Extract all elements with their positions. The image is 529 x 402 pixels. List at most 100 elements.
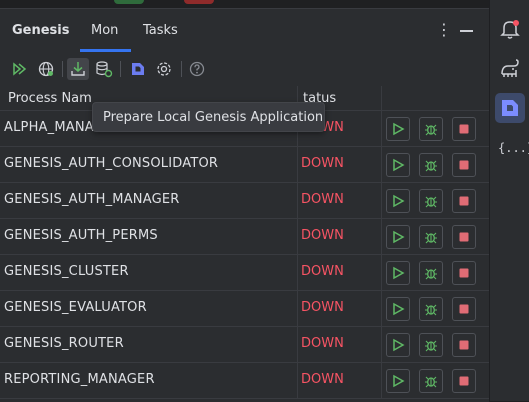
- debug-button[interactable]: [419, 117, 443, 141]
- start-button[interactable]: [386, 297, 410, 321]
- debug-button[interactable]: [419, 297, 443, 321]
- bug-icon: [425, 340, 437, 352]
- bug-icon: [425, 232, 437, 244]
- column-divider: [297, 327, 298, 363]
- help-icon[interactable]: [188, 60, 206, 78]
- start-button[interactable]: [386, 369, 410, 393]
- status-badge: DOWN: [301, 228, 344, 243]
- process-name: GENESIS_AUTH_MANAGER: [4, 192, 180, 207]
- process-name: GENESIS_AUTH_CONSOLIDATOR: [4, 156, 219, 171]
- right-tool-sidebar: {...}: [489, 0, 529, 401]
- stop-icon: [459, 340, 469, 350]
- stop-icon: [459, 268, 469, 278]
- status-badge: DOWN: [301, 264, 344, 279]
- vertical-ellipsis-icon[interactable]: ⋮: [436, 21, 452, 39]
- debug-button[interactable]: [419, 369, 443, 393]
- start-button[interactable]: [386, 225, 410, 249]
- start-button[interactable]: [386, 117, 410, 141]
- notifications-icon[interactable]: [498, 17, 522, 41]
- bug-icon: [425, 268, 437, 280]
- debug-button[interactable]: [419, 189, 443, 213]
- toolbar-separator: [120, 61, 121, 77]
- column-divider: [297, 291, 298, 327]
- minimize-icon[interactable]: [460, 30, 473, 32]
- stop-icon: [459, 232, 469, 242]
- stop-button[interactable]: [452, 225, 476, 249]
- stop-button[interactable]: [452, 333, 476, 357]
- tab-tasks[interactable]: Tasks: [143, 23, 178, 38]
- tab-bar: Genesis Mon Tasks ⋮: [0, 9, 489, 52]
- column-divider: [381, 363, 382, 399]
- column-divider: [381, 291, 382, 327]
- globe-icon[interactable]: [37, 60, 55, 78]
- play-icon: [393, 194, 405, 208]
- process-name: GENESIS_EVALUATOR: [4, 300, 147, 315]
- column-divider: [297, 255, 298, 291]
- table-row[interactable]: GENESIS_AUTH_PERMS DOWN: [0, 219, 489, 255]
- column-divider: [381, 183, 382, 219]
- column-divider: [381, 147, 382, 183]
- stop-icon: [459, 376, 469, 386]
- tooltip: Prepare Local Genesis Application: [92, 102, 325, 132]
- table-row[interactable]: GENESIS_AUTH_CONSOLIDATOR DOWN: [0, 147, 489, 183]
- table-row[interactable]: GENESIS_ROUTER DOWN: [0, 327, 489, 363]
- start-button[interactable]: [386, 333, 410, 357]
- status-badge: DOWN: [301, 336, 344, 351]
- process-name: GENESIS_CLUSTER: [4, 264, 129, 279]
- play-icon: [393, 302, 405, 316]
- genesis-logo-icon[interactable]: [495, 93, 525, 123]
- column-header-process-name[interactable]: Process Nam: [8, 91, 92, 106]
- play-icon: [393, 266, 405, 280]
- bug-icon: [425, 196, 437, 208]
- stop-button[interactable]: [452, 189, 476, 213]
- table-row[interactable]: GENESIS_CLUSTER DOWN: [0, 255, 489, 291]
- top-strip: [0, 0, 490, 8]
- column-divider: [381, 111, 382, 147]
- stop-icon: [459, 124, 469, 134]
- play-icon: [393, 158, 405, 172]
- debug-button[interactable]: [419, 261, 443, 285]
- play-icon: [393, 338, 405, 352]
- bug-icon: [425, 160, 437, 172]
- play-icon: [393, 122, 405, 136]
- column-divider: [381, 86, 382, 110]
- column-divider: [297, 219, 298, 255]
- run-indicator: [114, 0, 144, 4]
- run-all-icon[interactable]: [11, 60, 29, 78]
- start-button[interactable]: [386, 153, 410, 177]
- column-divider: [297, 147, 298, 183]
- settings-icon[interactable]: [155, 60, 173, 78]
- debug-button[interactable]: [419, 333, 443, 357]
- status-badge: DOWN: [301, 372, 344, 387]
- play-icon: [393, 374, 405, 388]
- tab-mon[interactable]: Mon: [91, 23, 118, 38]
- database-refresh-icon[interactable]: [95, 60, 113, 78]
- table-row[interactable]: GENESIS_AUTH_MANAGER DOWN: [0, 183, 489, 219]
- table-row[interactable]: GENESIS_EVALUATOR DOWN: [0, 291, 489, 327]
- stop-button[interactable]: [452, 297, 476, 321]
- process-name: REPORTING_MANAGER: [4, 372, 155, 387]
- column-divider: [381, 327, 382, 363]
- column-divider: [297, 363, 298, 399]
- stop-button[interactable]: [452, 261, 476, 285]
- column-divider: [381, 255, 382, 291]
- stop-button[interactable]: [452, 117, 476, 141]
- start-button[interactable]: [386, 261, 410, 285]
- bug-icon: [425, 376, 437, 388]
- genesis-logo-icon[interactable]: [129, 60, 147, 78]
- stop-button[interactable]: [452, 369, 476, 393]
- toolbar: [0, 52, 489, 84]
- table-row[interactable]: REPORTING_MANAGER DOWN: [0, 363, 489, 399]
- column-divider: [297, 183, 298, 219]
- toolbar-separator: [181, 61, 182, 77]
- stop-button[interactable]: [452, 153, 476, 177]
- process-name: GENESIS_ROUTER: [4, 336, 124, 351]
- gradle-elephant-icon[interactable]: [498, 57, 522, 81]
- start-button[interactable]: [386, 189, 410, 213]
- stop-icon: [459, 160, 469, 170]
- prepare-local-app-icon[interactable]: [67, 58, 89, 80]
- toolbar-separator: [62, 61, 63, 77]
- json-icon[interactable]: {...}: [498, 136, 529, 160]
- debug-button[interactable]: [419, 225, 443, 249]
- debug-button[interactable]: [419, 153, 443, 177]
